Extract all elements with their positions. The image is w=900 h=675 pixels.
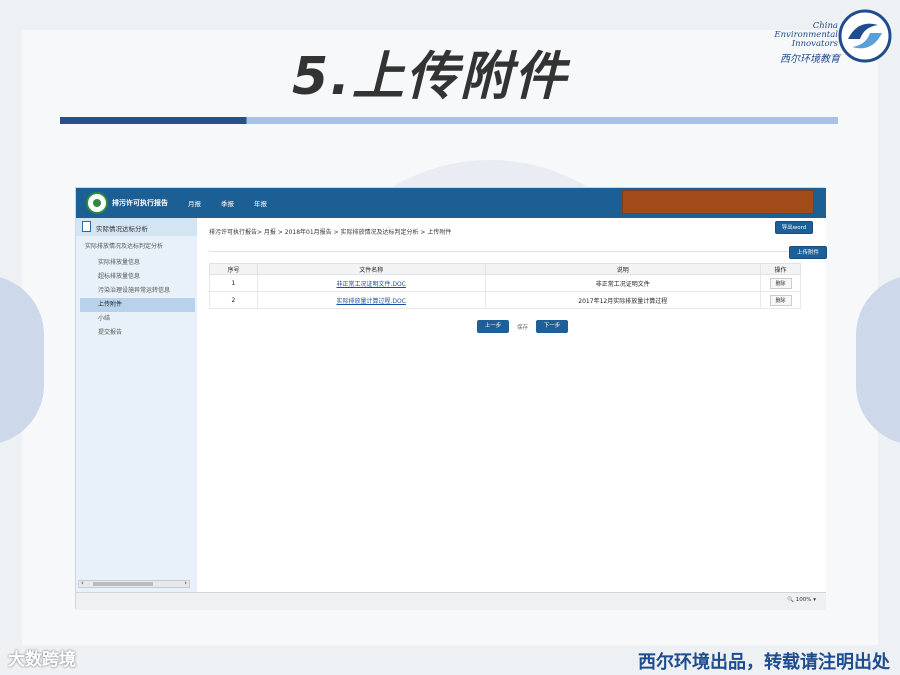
app-header: 排污许可执行报告 月报 季报 年报 bbox=[76, 188, 826, 218]
sidebar-group[interactable]: 实际排放情况及达标判定分析 bbox=[76, 236, 197, 256]
scroll-right-icon[interactable]: › bbox=[184, 579, 187, 587]
sidebar-scrollbar[interactable]: ‹ › bbox=[78, 579, 190, 588]
delete-button[interactable]: 删除 bbox=[769, 294, 792, 306]
app-title: 排污许可执行报告 bbox=[112, 199, 168, 207]
row-description: 非正常工况证明文件 bbox=[484, 274, 761, 292]
step-navigation: 上一步 保存 下一步 bbox=[477, 320, 569, 333]
file-link[interactable]: 实际排放量计算过程.DOC bbox=[336, 298, 405, 305]
logo-emblem-icon bbox=[838, 9, 892, 63]
header-banner bbox=[622, 190, 814, 214]
scroll-left-icon[interactable]: ‹ bbox=[81, 579, 84, 587]
sidebar-item-abnormal-operation[interactable]: 污染治理设施异常运转信息 bbox=[76, 284, 197, 298]
footer-credit: 西尔环境出品，转载请注明出处 bbox=[638, 652, 890, 673]
status-bar: 🔍 100% ▾ bbox=[76, 592, 826, 610]
col-header-filename: 文件名称 bbox=[256, 263, 486, 275]
slide-title: 5.上传附件 bbox=[292, 47, 568, 107]
nav-quarterly[interactable]: 季报 bbox=[221, 198, 234, 208]
upload-attachment-button[interactable]: 上传附件 bbox=[789, 246, 827, 259]
table-row: 1 非正常工况证明文件.DOC 非正常工况证明文件 删除 bbox=[209, 274, 801, 292]
attachment-table: 序号 文件名称 说明 操作 1 非正常工况证明文件.DOC 非正常工况证明文件 … bbox=[209, 263, 801, 309]
title-divider bbox=[60, 117, 838, 124]
prev-step-button[interactable]: 上一步 bbox=[477, 320, 509, 333]
table-header-row: 序号 文件名称 说明 操作 bbox=[209, 263, 801, 275]
app-logo-icon bbox=[86, 192, 108, 214]
sidebar: 实际情况达标分析 实际排放情况及达标判定分析 实际排放量信息 超标排放量信息 污… bbox=[76, 218, 197, 592]
file-link[interactable]: 非正常工况证明文件.DOC bbox=[336, 281, 405, 288]
table-row: 2 实际排放量计算过程.DOC 2017年12月实际排放量计算过程 删除 bbox=[209, 291, 801, 309]
next-step-button[interactable]: 下一步 bbox=[536, 320, 569, 333]
application-window: 排污许可执行报告 月报 季报 年报 实际情况达标分析 实际排放情况及达标判定分析… bbox=[75, 187, 827, 610]
scrollbar-thumb[interactable] bbox=[93, 582, 153, 586]
zoom-level[interactable]: 🔍 100% ▾ bbox=[787, 597, 816, 603]
breadcrumb: 排污许可执行报告> 月报 > 2018年01月报告 > 实际排放情况及达标判定分… bbox=[209, 229, 452, 236]
decorative-arc-right bbox=[856, 275, 900, 445]
sidebar-item-summary[interactable]: 小结 bbox=[76, 312, 197, 326]
delete-button[interactable]: 删除 bbox=[769, 277, 792, 289]
save-button[interactable]: 保存 bbox=[517, 323, 528, 331]
row-index: 2 bbox=[209, 291, 258, 309]
sidebar-item-submit[interactable]: 提交报告 bbox=[76, 326, 197, 340]
document-icon bbox=[82, 221, 91, 232]
zoom-value: 100% bbox=[795, 597, 812, 603]
logo-chinese-text: 西尔环境教育 bbox=[780, 54, 840, 65]
col-header-index: 序号 bbox=[209, 263, 258, 275]
export-word-button[interactable]: 导出word bbox=[775, 221, 813, 234]
logo-line-3: Innovators bbox=[791, 39, 838, 49]
col-header-description: 说明 bbox=[484, 263, 761, 275]
sidebar-item-actual-emission[interactable]: 实际排放量信息 bbox=[76, 256, 197, 270]
col-header-action: 操作 bbox=[760, 263, 801, 275]
decorative-arc-left bbox=[0, 275, 44, 445]
footer-watermark: 大数跨境 bbox=[8, 650, 76, 670]
sidebar-header[interactable]: 实际情况达标分析 bbox=[76, 218, 197, 236]
brand-logo: China Environmental Innovators 西尔环境教育 bbox=[758, 6, 894, 66]
row-index: 1 bbox=[209, 274, 258, 292]
nav-monthly[interactable]: 月报 bbox=[188, 198, 201, 208]
main-content: 排污许可执行报告> 月报 > 2018年01月报告 > 实际排放情况及达标判定分… bbox=[197, 218, 827, 592]
top-nav: 月报 季报 年报 bbox=[188, 198, 267, 208]
nav-annual[interactable]: 年报 bbox=[254, 198, 267, 208]
logo-english-text: China Environmental Innovators bbox=[758, 22, 838, 49]
row-description: 2017年12月实际排放量计算过程 bbox=[484, 291, 761, 309]
sidebar-item-upload-attachment[interactable]: 上传附件 bbox=[80, 298, 195, 312]
sidebar-item-exceed-emission[interactable]: 超标排放量信息 bbox=[76, 270, 197, 284]
sidebar-header-label: 实际情况达标分析 bbox=[96, 225, 148, 233]
